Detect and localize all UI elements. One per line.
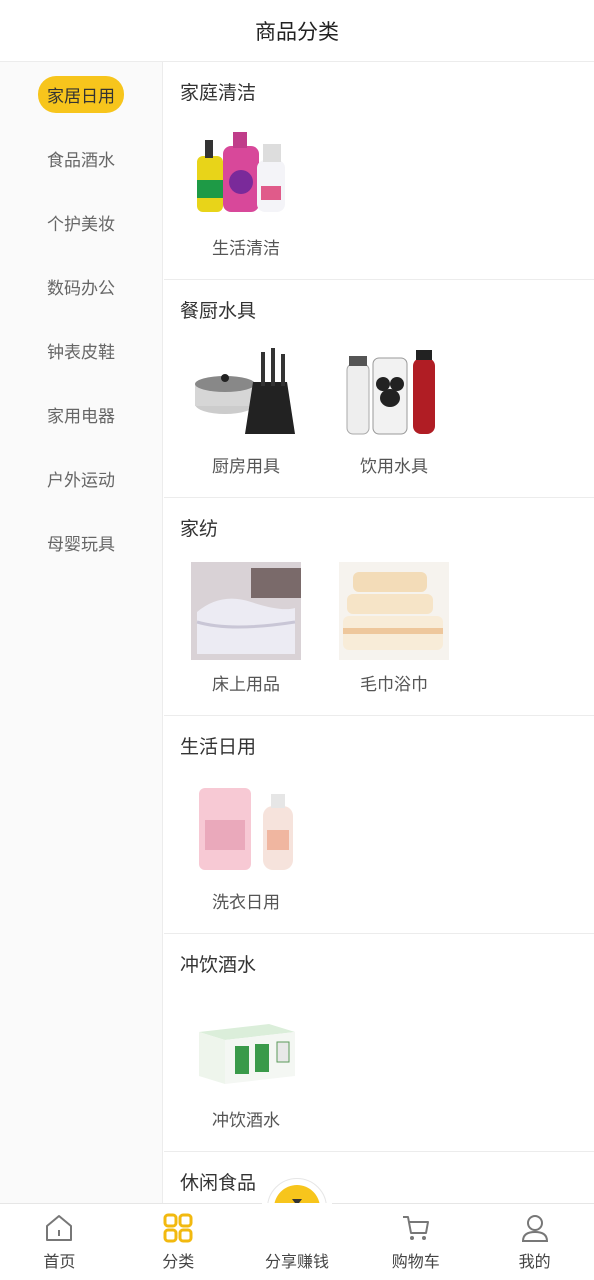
tab-label: 首页 (43, 1252, 76, 1271)
category-section: 家庭清洁 生活清洁 (164, 62, 594, 280)
tab-cart[interactable]: 购物车 (356, 1204, 475, 1280)
bedding-image (191, 562, 301, 660)
product-label: 冲饮酒水 (212, 1111, 280, 1131)
section-title: 家纺 (180, 518, 219, 540)
tab-label: 我的 (518, 1252, 551, 1271)
tab-share-earn[interactable]: 分享赚钱 (238, 1178, 357, 1280)
drink-box-image (191, 998, 301, 1096)
bottom-tabbar: 首页 分类 分享赚钱 购物车 我的 (0, 1178, 594, 1280)
tab-category[interactable]: 分类 (119, 1204, 238, 1280)
product-label: 饮用水具 (360, 457, 428, 477)
home-icon (46, 1215, 73, 1241)
section-title: 家庭清洁 (180, 82, 257, 104)
category-section: 冲饮酒水 冲饮酒水 (164, 934, 594, 1152)
tab-mine[interactable]: 我的 (475, 1204, 594, 1280)
sidebar-item-label: 母婴玩具 (47, 534, 115, 555)
page-title: 商品分类 (255, 19, 339, 44)
product-label: 厨房用具 (212, 457, 280, 477)
tab-label: 分享赚钱 (264, 1252, 329, 1271)
app: 商品分类 家居日用 食品酒水 个护美妆 数码办公 钟表皮鞋 家用电器 户外运动 … (0, 0, 594, 1280)
tab-label: 购物车 (391, 1252, 440, 1271)
product-item[interactable]: 毛巾浴巾 (324, 562, 464, 695)
category-section: 家纺 床上用品 毛巾浴巾 (164, 498, 594, 716)
category-section: 休闲食品 (164, 1152, 594, 1203)
user-icon (521, 1215, 548, 1242)
category-icon (163, 1213, 193, 1243)
category-section: 生活日用 洗衣日用 (164, 716, 594, 934)
tab-label: 分类 (162, 1252, 195, 1271)
sidebar-item-label: 家用电器 (47, 406, 115, 427)
section-title: 生活日用 (180, 736, 257, 758)
cookware-image (191, 344, 301, 442)
header: 商品分类 (0, 0, 594, 62)
product-item[interactable]: 厨房用具 (176, 344, 316, 477)
sidebar-item-appliances[interactable]: 家用电器 (0, 382, 162, 446)
section-title: 休闲食品 (180, 1172, 257, 1194)
cart-icon (402, 1216, 429, 1240)
laundry-image (191, 780, 301, 878)
sidebar-item-baby-toys[interactable]: 母婴玩具 (0, 510, 162, 574)
tab-home[interactable]: 首页 (0, 1204, 119, 1280)
sidebar-item-label: 户外运动 (47, 470, 115, 491)
sidebar-item-label: 家居日用 (38, 75, 124, 113)
cleaning-bottles-image (191, 126, 301, 224)
product-item[interactable]: 生活清洁 (176, 126, 316, 259)
product-item[interactable]: 洗衣日用 (176, 780, 316, 913)
category-section: 餐厨水具 厨房用具 饮用水具 (164, 280, 594, 498)
product-label: 床上用品 (212, 675, 280, 695)
sidebar-item-food-drinks[interactable]: 食品酒水 (0, 126, 162, 190)
product-item[interactable]: 床上用品 (176, 562, 316, 695)
sidebar-item-label: 食品酒水 (47, 150, 115, 171)
section-title: 冲饮酒水 (180, 954, 257, 976)
category-content: 家庭清洁 生活清洁 餐厨水具 厨房用具 饮用水具 家纺 床上用品 毛巾浴巾 生活… (164, 62, 594, 1203)
sidebar-item-home-daily[interactable]: 家居日用 (0, 62, 162, 126)
sidebar-item-label: 个护美妆 (47, 214, 115, 235)
water-bottles-image (339, 344, 449, 442)
sidebar-item-outdoor[interactable]: 户外运动 (0, 446, 162, 510)
sidebar-item-personal-care[interactable]: 个护美妆 (0, 190, 162, 254)
sidebar-item-label: 数码办公 (47, 278, 115, 299)
sidebar-item-label: 钟表皮鞋 (47, 342, 115, 363)
product-label: 生活清洁 (212, 239, 280, 259)
product-label: 洗衣日用 (212, 893, 280, 913)
category-sidebar: 家居日用 食品酒水 个护美妆 数码办公 钟表皮鞋 家用电器 户外运动 母婴玩具 (0, 62, 163, 1203)
sidebar-item-watches-shoes[interactable]: 钟表皮鞋 (0, 318, 162, 382)
product-item[interactable]: 饮用水具 (324, 344, 464, 477)
section-title: 餐厨水具 (180, 300, 257, 322)
product-label: 毛巾浴巾 (360, 675, 428, 695)
sidebar-item-digital-office[interactable]: 数码办公 (0, 254, 162, 318)
product-item[interactable]: 冲饮酒水 (176, 998, 316, 1131)
towels-image (339, 562, 449, 660)
